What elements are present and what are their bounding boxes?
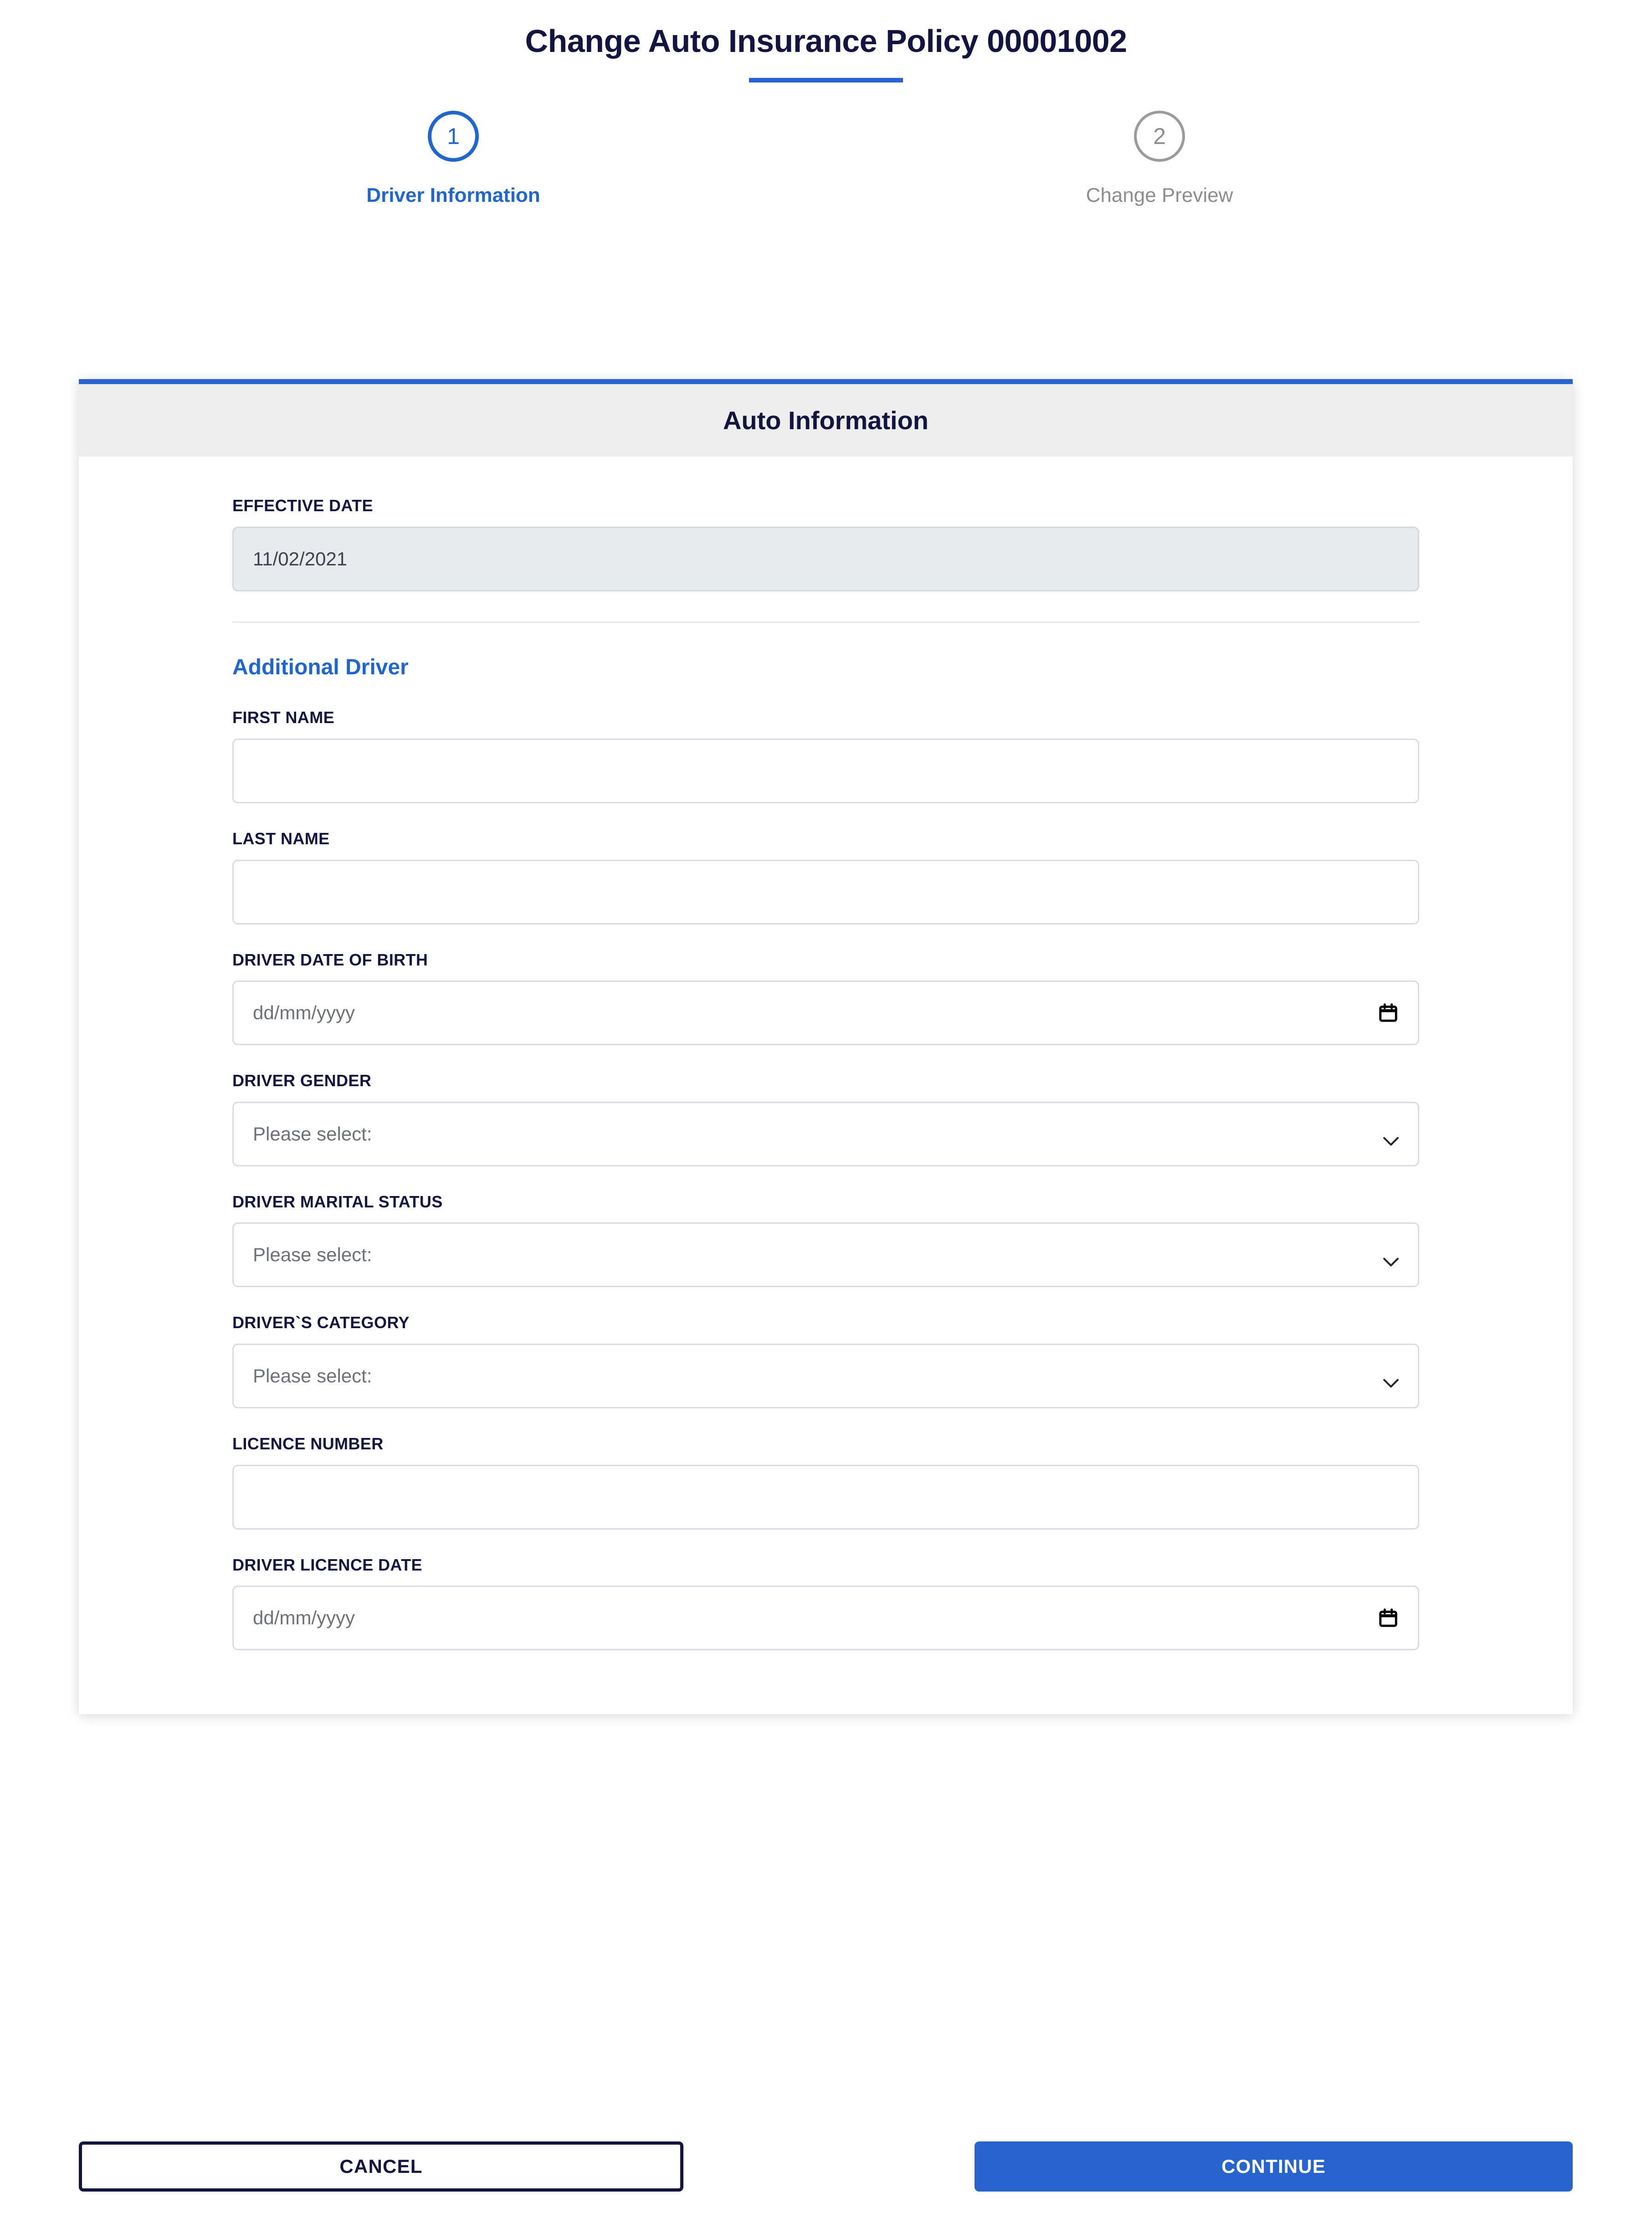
driver-marital-status-label: DRIVER MARITAL STATUS [232, 1192, 443, 1211]
driver-gender-label: DRIVER GENDER [232, 1071, 372, 1090]
field-effective-date: EFFECTIVE DATE 11/02/2021 [232, 497, 1419, 591]
card-header: Auto Information [79, 384, 1573, 457]
title-underline-rule [749, 78, 903, 82]
auto-information-card: Auto Information EFFECTIVE DATE 11/02/20… [79, 379, 1573, 1715]
last-name-label: LAST NAME [232, 829, 330, 848]
progress-stepper: 1 Driver Information 2 Change Preview [0, 111, 1652, 247]
stepper-step-2-label: Change Preview [1086, 184, 1233, 206]
field-first-name: FIRST NAME [232, 708, 1419, 803]
chevron-down-icon[interactable] [1383, 1250, 1399, 1267]
drivers-category-value: Please select: [253, 1365, 372, 1386]
stepper-step-change-preview[interactable]: 2 Change Preview [1032, 111, 1287, 208]
field-drivers-category: DRIVER`S CATEGORY Please select: [232, 1314, 1419, 1408]
last-name-input[interactable] [232, 859, 1419, 924]
cancel-button[interactable]: CANCEL [79, 2141, 683, 2192]
first-name-label: FIRST NAME [232, 708, 334, 727]
driver-licence-date-label: DRIVER LICENCE DATE [232, 1555, 422, 1574]
drivers-category-label: DRIVER`S CATEGORY [232, 1313, 410, 1332]
driver-date-of-birth-label: DRIVER DATE OF BIRTH [232, 950, 428, 969]
driver-gender-select[interactable]: Please select: [232, 1101, 1419, 1166]
stepper-step-2-number: 2 [1153, 123, 1166, 149]
driver-date-of-birth-placeholder: dd/mm/yyyy [253, 1002, 355, 1024]
calendar-icon[interactable] [1378, 1002, 1399, 1023]
driver-marital-status-value: Please select: [253, 1244, 372, 1266]
driver-licence-date-placeholder: dd/mm/yyyy [253, 1607, 355, 1629]
continue-button[interactable]: CONTINUE [975, 2141, 1573, 2192]
stepper-step-1-circle: 1 [428, 111, 479, 162]
driver-marital-status-select[interactable]: Please select: [232, 1222, 1419, 1288]
effective-date-input: 11/02/2021 [232, 526, 1419, 591]
licence-number-label: LICENCE NUMBER [232, 1434, 384, 1453]
field-driver-marital-status: DRIVER MARITAL STATUS Please select: [232, 1193, 1419, 1288]
driver-gender-value: Please select: [253, 1123, 372, 1145]
effective-date-value: 11/02/2021 [253, 548, 348, 570]
first-name-input[interactable] [232, 738, 1419, 803]
calendar-icon[interactable] [1378, 1607, 1399, 1628]
stepper-step-1-number: 1 [447, 123, 460, 149]
form-footer: CANCEL CONTINUE [0, 2141, 1652, 2196]
field-driver-date-of-birth: DRIVER DATE OF BIRTH dd/mm/yyyy [232, 950, 1419, 1046]
chevron-down-icon[interactable] [1383, 1371, 1399, 1388]
section-divider [232, 621, 1419, 623]
drivers-category-select[interactable]: Please select: [232, 1343, 1419, 1408]
stepper-step-1-label: Driver Information [366, 184, 540, 206]
driver-licence-date-input[interactable]: dd/mm/yyyy [232, 1586, 1419, 1651]
effective-date-label: EFFECTIVE DATE [232, 496, 373, 515]
page-title: Change Auto Insurance Policy 00001002 [525, 23, 1127, 59]
chevron-down-icon[interactable] [1383, 1129, 1399, 1146]
additional-driver-heading: Additional Driver [232, 655, 409, 679]
page-header: Change Auto Insurance Policy 00001002 [0, 0, 1652, 82]
stepper-step-2-circle: 2 [1134, 111, 1185, 162]
card-header-title: Auto Information [723, 406, 929, 435]
driver-date-of-birth-input[interactable]: dd/mm/yyyy [232, 981, 1419, 1046]
stepper-step-driver-information[interactable]: 1 Driver Information [326, 111, 581, 208]
field-driver-licence-date: DRIVER LICENCE DATE dd/mm/yyyy [232, 1556, 1419, 1651]
licence-number-input[interactable] [232, 1464, 1419, 1530]
card-body: EFFECTIVE DATE 11/02/2021 Additional Dri… [79, 457, 1573, 1715]
field-last-name: LAST NAME [232, 830, 1419, 924]
driver-information-form: EFFECTIVE DATE 11/02/2021 Additional Dri… [232, 497, 1419, 1651]
field-driver-gender: DRIVER GENDER Please select: [232, 1072, 1419, 1166]
card-accent-bar [79, 379, 1573, 384]
field-licence-number: LICENCE NUMBER [232, 1435, 1419, 1530]
